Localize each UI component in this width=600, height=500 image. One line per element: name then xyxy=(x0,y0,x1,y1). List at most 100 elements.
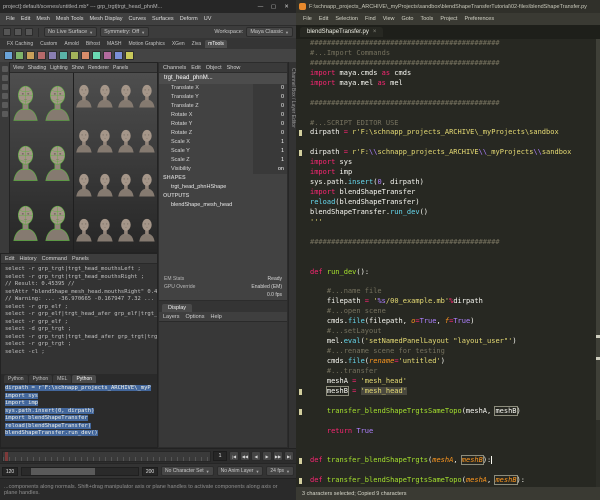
script-editor-menu-3[interactable]: Panels xyxy=(72,256,89,262)
range-slider-thumb[interactable] xyxy=(31,467,96,475)
code-line[interactable]: #...open scene xyxy=(296,307,600,317)
input-code-line[interactable]: import imp xyxy=(5,400,157,408)
transport-button-1[interactable]: ◀◀ xyxy=(240,451,250,461)
blendshape-target-head[interactable] xyxy=(74,73,95,118)
code-line[interactable] xyxy=(296,89,600,99)
snap-grid-icon[interactable] xyxy=(14,28,22,36)
shelf-tab-2[interactable]: Arnold xyxy=(61,40,81,48)
channel-attribute-row[interactable]: Translate Y 0 xyxy=(159,93,287,102)
shelf-tool-icon-8[interactable] xyxy=(92,51,101,60)
viewport-panel[interactable]: View Shading Lighting Show Renderer Panels xyxy=(9,62,158,253)
blendshape-target-head[interactable] xyxy=(95,73,116,118)
transport-button-5[interactable]: ▶| xyxy=(284,451,294,461)
layer-editor-menu-2[interactable]: Help xyxy=(210,314,221,320)
editor-menu-2[interactable]: Selection xyxy=(335,16,358,22)
shelf-tab-0[interactable]: FX Caching xyxy=(4,40,36,48)
code-line[interactable] xyxy=(296,278,600,288)
range-slider[interactable] xyxy=(21,466,140,476)
code-line[interactable] xyxy=(296,417,600,427)
symmetry-dropdown[interactable]: Symmetry: Off ▼ xyxy=(100,27,150,37)
attribute-value[interactable]: 0 xyxy=(253,84,287,93)
code-line[interactable]: ''' xyxy=(296,218,600,228)
script-editor-tab-1[interactable]: Python xyxy=(28,375,53,383)
code-line[interactable]: dirpath = r'F:\schnapp_projects_ARCHIVE\… xyxy=(296,128,600,138)
blendshape-target-head[interactable] xyxy=(116,163,137,208)
code-line[interactable]: return True xyxy=(296,427,600,437)
tab-display[interactable]: Display xyxy=(162,304,193,312)
lasso-tool-icon[interactable] xyxy=(1,75,8,81)
code-line[interactable]: cmds.file(filepath, o=True, f=True) xyxy=(296,317,600,327)
code-line[interactable]: meshB = 'mesh_head' xyxy=(296,386,600,397)
shelf-tool-icon-9[interactable] xyxy=(103,51,112,60)
editor-menu-8[interactable]: Preferences xyxy=(464,16,494,22)
layer-editor-menu-0[interactable]: Layers xyxy=(163,314,180,320)
channel-attribute-row[interactable]: Scale Y 1 xyxy=(159,147,287,156)
code-line[interactable]: reload(blendShapeTransfer) xyxy=(296,198,600,208)
maya-menu-3[interactable]: Mesh Tools xyxy=(56,16,84,22)
scrollbar[interactable] xyxy=(596,39,600,487)
channel-attribute-row[interactable]: Visibility on xyxy=(159,165,287,174)
viewport-menu-1[interactable]: Shading xyxy=(28,65,46,71)
channel-attribute-row[interactable]: Scale X 1 xyxy=(159,138,287,147)
playback-start-field[interactable]: 120 xyxy=(2,466,18,476)
channel-box-object-name[interactable]: trgt_head_phnM... xyxy=(159,73,287,84)
code-line[interactable]: import blendShapeTransfer xyxy=(296,188,600,198)
attribute-value[interactable]: 1 xyxy=(253,147,287,156)
code-line[interactable]: ########################################… xyxy=(296,39,600,49)
code-line[interactable]: transfer_blendShapeTrgtsSameTopo(meshA, … xyxy=(296,407,600,417)
shelf-tool-icon-6[interactable] xyxy=(70,51,79,60)
channel-attribute-row[interactable]: Rotate X 0 xyxy=(159,111,287,120)
blendshape-target-head[interactable] xyxy=(136,118,157,163)
channel-box-menu-2[interactable]: Object xyxy=(206,65,222,71)
maya-menu-0[interactable]: File xyxy=(6,16,15,22)
input-code-line[interactable]: blendShapeTransfer.run_dev() xyxy=(5,430,157,438)
blendshape-target-head[interactable] xyxy=(116,118,137,163)
blendshape-target-head-wireframe[interactable] xyxy=(42,192,74,252)
editor-menu-5[interactable]: Goto xyxy=(402,16,414,22)
maya-menu-7[interactable]: Deform xyxy=(180,16,198,22)
code-line[interactable]: ########################################… xyxy=(296,99,600,109)
blendshape-target-head-wireframe[interactable] xyxy=(10,73,42,133)
current-frame-field[interactable]: 1 xyxy=(213,451,227,461)
tab-close-icon[interactable]: × xyxy=(373,29,377,35)
transport-button-2[interactable]: ◀ xyxy=(251,451,261,461)
code-line[interactable] xyxy=(296,258,600,268)
sidebar-tab-strip[interactable]: Channel Box / Layer Editor xyxy=(288,62,296,448)
editor-menu-7[interactable]: Project xyxy=(440,16,457,22)
shelf-tool-icon-1[interactable] xyxy=(15,51,24,60)
script-editor-tab-2[interactable]: MEL xyxy=(53,375,72,383)
channel-attribute-row[interactable]: Rotate Z 0 xyxy=(159,129,287,138)
code-line[interactable] xyxy=(296,437,600,447)
editor-menu-0[interactable]: File xyxy=(303,16,312,22)
shelf-tool-icon-5[interactable] xyxy=(59,51,68,60)
code-line[interactable]: import imp xyxy=(296,168,600,178)
code-line[interactable]: def run_dev(): xyxy=(296,268,600,278)
code-line[interactable]: #...Import Commands xyxy=(296,49,600,59)
scrollbar-thumb[interactable] xyxy=(596,39,600,420)
shelf-tool-icon-11[interactable] xyxy=(125,51,134,60)
code-line[interactable]: #...setLayout xyxy=(296,327,600,337)
blendshape-target-head-wireframe[interactable] xyxy=(10,133,42,193)
viewport-menu-4[interactable]: Renderer xyxy=(88,65,109,71)
viewport-left-pane[interactable] xyxy=(10,73,74,252)
scale-tool-icon[interactable] xyxy=(1,111,8,117)
viewport-body[interactable] xyxy=(10,73,157,252)
script-editor-menu-0[interactable]: Edit xyxy=(5,256,14,262)
maya-menu-5[interactable]: Curves xyxy=(129,16,146,22)
rotate-tool-icon[interactable] xyxy=(1,102,8,108)
editor-menu-1[interactable]: Edit xyxy=(319,16,328,22)
channel-attribute-row[interactable]: Rotate Y 0 xyxy=(159,120,287,129)
viewport-right-pane[interactable] xyxy=(74,73,157,252)
blendshape-target-head[interactable] xyxy=(74,207,95,252)
code-line[interactable]: ########################################… xyxy=(296,59,600,69)
blendshape-target-head[interactable] xyxy=(136,73,157,118)
move-tool-icon[interactable] xyxy=(1,93,8,99)
shelf-tab-6[interactable]: XGen xyxy=(169,40,188,48)
editor-menu-6[interactable]: Tools xyxy=(420,16,433,22)
blendshape-target-head[interactable] xyxy=(116,207,137,252)
blendshape-target-head[interactable] xyxy=(95,118,116,163)
anim-layer-dropdown[interactable]: No Anim Layer ▼ xyxy=(216,466,264,476)
fps-dropdown[interactable]: 24 fps ▼ xyxy=(266,466,294,476)
maya-menu-1[interactable]: Edit xyxy=(21,16,30,22)
transport-button-3[interactable]: ▶ xyxy=(262,451,272,461)
